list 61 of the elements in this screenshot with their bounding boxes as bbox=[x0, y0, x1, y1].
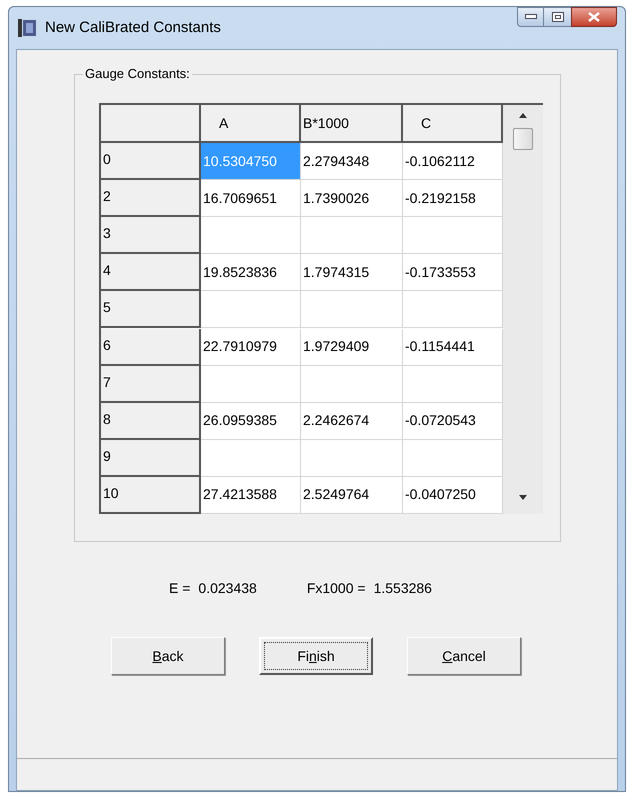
table-cell[interactable] bbox=[301, 217, 403, 254]
scroll-up-icon[interactable] bbox=[519, 113, 527, 118]
dialog-button[interactable]: Finish bbox=[259, 637, 373, 675]
column-header[interactable]: B*1000 bbox=[301, 105, 403, 143]
row-header[interactable]: 9 bbox=[101, 440, 201, 477]
table-cell[interactable]: 22.7910979 bbox=[201, 328, 301, 366]
readout-value: 0.023438 bbox=[198, 579, 257, 598]
table-cell[interactable] bbox=[403, 217, 503, 254]
table-cell[interactable]: 1.9729409 bbox=[301, 328, 403, 366]
table-cell[interactable]: 16.7069651 bbox=[201, 180, 301, 218]
table-cell[interactable] bbox=[201, 291, 301, 328]
table-cell[interactable]: -0.0720543 bbox=[403, 402, 503, 440]
table-cell[interactable]: -0.1733553 bbox=[403, 254, 503, 292]
table-cell[interactable]: 26.0959385 bbox=[201, 402, 301, 440]
minimize-button[interactable] bbox=[517, 7, 544, 27]
table-cell[interactable]: 1.7390026 bbox=[301, 180, 403, 218]
table-cell[interactable]: 2.5249764 bbox=[301, 476, 403, 514]
table-cell[interactable]: 2.2794348 bbox=[301, 143, 403, 180]
scroll-thumb[interactable] bbox=[513, 128, 533, 150]
table-cell[interactable]: 2.2462674 bbox=[301, 402, 403, 440]
column-header[interactable]: A bbox=[201, 105, 301, 143]
row-header[interactable]: 8 bbox=[101, 402, 201, 440]
dialog-button[interactable]: Back bbox=[111, 637, 225, 675]
scroll-down-icon[interactable] bbox=[519, 495, 527, 500]
table-cell[interactable] bbox=[301, 366, 403, 403]
table-cell[interactable]: -0.1154441 bbox=[403, 328, 503, 366]
row-header[interactable]: 4 bbox=[101, 254, 201, 292]
row-header[interactable]: 7 bbox=[101, 366, 201, 403]
table-cell[interactable]: -0.1062112 bbox=[403, 143, 503, 180]
readout-label: Fx1000 = bbox=[306, 579, 366, 598]
scrollbar[interactable] bbox=[503, 103, 543, 514]
table-cell[interactable] bbox=[201, 217, 301, 254]
table-cell[interactable]: -0.0407250 bbox=[403, 476, 503, 514]
row-header[interactable]: 3 bbox=[101, 217, 201, 254]
table-cell[interactable] bbox=[403, 440, 503, 477]
row-header[interactable]: 2 bbox=[101, 180, 201, 218]
table-cell[interactable] bbox=[201, 440, 301, 477]
table-cell[interactable]: 19.8523836 bbox=[201, 254, 301, 292]
app-icon bbox=[17, 18, 37, 38]
readout-label: E = bbox=[169, 579, 190, 598]
row-header[interactable]: 0 bbox=[101, 143, 201, 180]
table-cell[interactable]: 27.4213588 bbox=[201, 476, 301, 514]
readout-value: 1.553286 bbox=[374, 579, 432, 598]
table-cell[interactable]: 1.7974315 bbox=[301, 254, 403, 292]
maximize-button[interactable] bbox=[544, 7, 571, 27]
column-header[interactable]: C bbox=[403, 105, 503, 143]
table-cell[interactable] bbox=[301, 440, 403, 477]
close-icon bbox=[588, 12, 600, 22]
close-button[interactable] bbox=[571, 7, 617, 27]
dialog-button[interactable]: Cancel bbox=[407, 637, 521, 675]
row-header[interactable]: 5 bbox=[101, 291, 201, 328]
window-title: New CaliBrated Constants bbox=[45, 18, 221, 38]
table-cell[interactable] bbox=[403, 366, 503, 403]
table-cell[interactable] bbox=[403, 291, 503, 328]
minimize-icon bbox=[524, 14, 536, 20]
table-cell[interactable] bbox=[301, 291, 403, 328]
table-cell[interactable] bbox=[201, 366, 301, 403]
table-cell[interactable]: -0.2192158 bbox=[403, 180, 503, 218]
row-header[interactable]: 6 bbox=[101, 328, 201, 366]
row-header[interactable]: 10 bbox=[101, 476, 201, 514]
maximize-icon bbox=[552, 12, 564, 22]
